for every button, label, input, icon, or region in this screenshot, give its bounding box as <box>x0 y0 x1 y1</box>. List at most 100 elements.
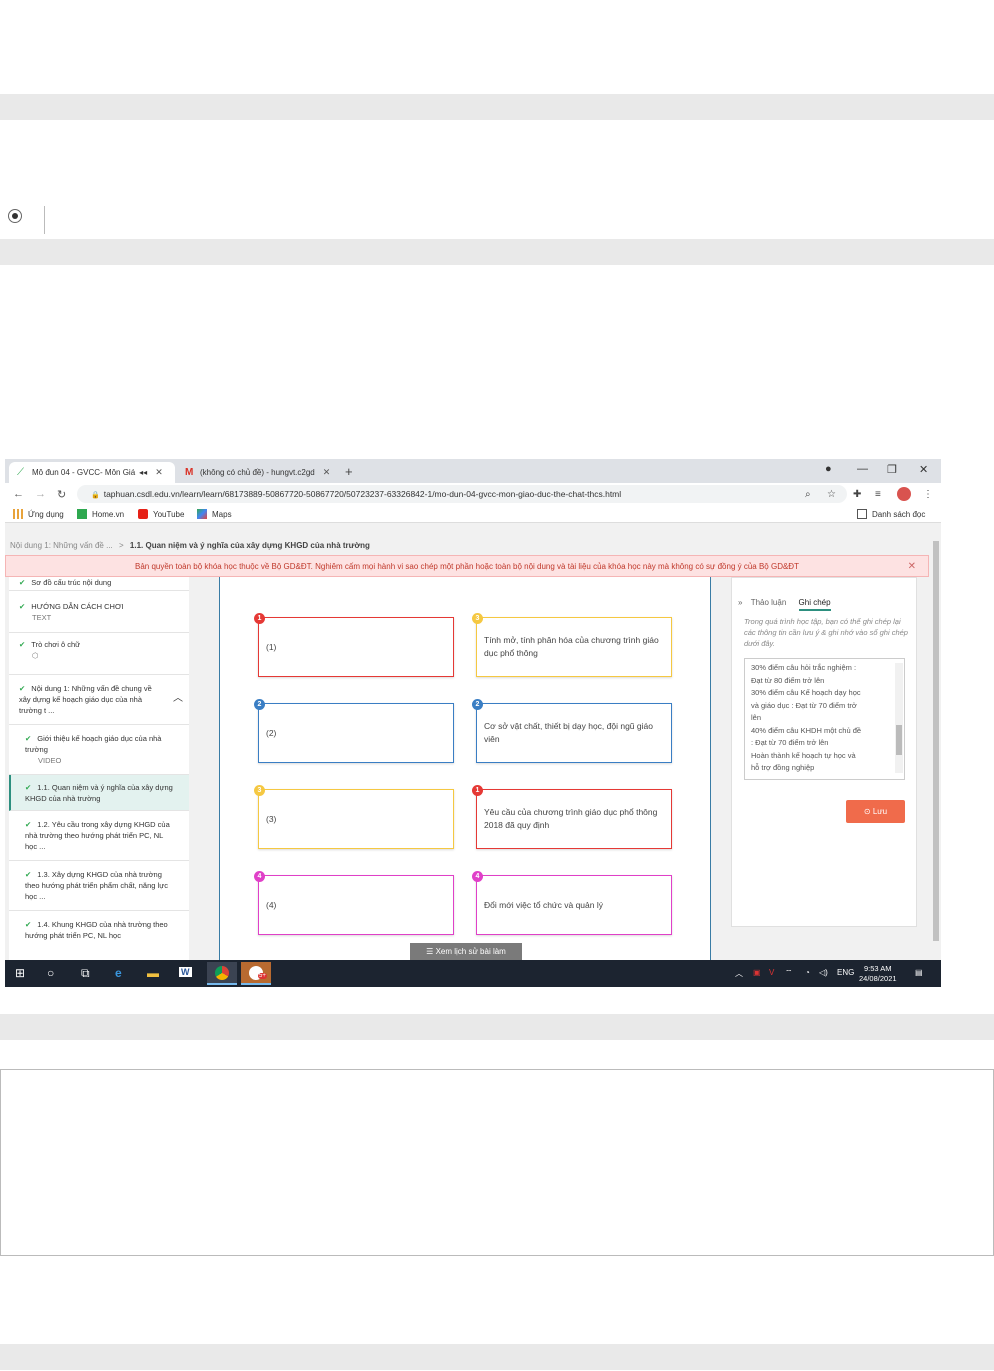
tab-discussion[interactable]: Thảo luận <box>751 598 787 607</box>
page-scrollbar[interactable] <box>931 531 941 959</box>
match-badge: 1 <box>254 613 265 624</box>
check-icon: ✔ <box>25 783 32 792</box>
section-band <box>0 239 994 265</box>
bookmark-homevn[interactable]: Home.vn <box>77 509 124 519</box>
reload-icon[interactable]: ↻ <box>57 488 66 501</box>
url-field[interactable]: taphuan.csdl.edu.vn/learn/learn/68173889… <box>77 485 847 503</box>
match-text: (3) <box>266 813 277 824</box>
course-page: Nội dung 1: Những vấn đề ... > 1.1. Quan… <box>5 523 941 963</box>
bookmark-label: Maps <box>212 509 232 519</box>
bookmark-apps[interactable]: Ứng dụng <box>13 509 64 519</box>
match-badge: 2 <box>472 699 483 710</box>
reading-list[interactable]: Danh sách đọc <box>857 509 925 519</box>
search-icon[interactable]: ○ <box>47 966 54 980</box>
view-history-button[interactable]: ☰ Xem lịch sử bài làm <box>410 943 522 960</box>
windows-taskbar: ⊞ ○ ⧉ e ▬ W 5+ ︿ ▣ V ⌔ ◔ ◁) ENG 9:53 AM … <box>5 960 941 987</box>
tray-chevron-icon[interactable]: ︿ <box>735 968 743 979</box>
back-icon[interactable]: ← <box>13 488 24 500</box>
sidebar-item-label: Giới thiệu kế hoạch giáo dục của nhà trư… <box>25 734 162 754</box>
radio-button[interactable] <box>8 209 22 223</box>
tray-network-icon[interactable]: ◔ <box>805 968 810 977</box>
input-language[interactable]: ENG <box>837 968 854 977</box>
menu-icon[interactable]: ⋮ <box>923 489 933 500</box>
minimize-icon[interactable]: — <box>857 463 868 475</box>
bookmark-label: Home.vn <box>92 509 125 519</box>
avatar[interactable] <box>897 487 911 501</box>
tab-title: Mô đun 04 - GVCC- Môn Giá <box>32 468 136 477</box>
match-box-left[interactable]: 4 (4) <box>254 871 454 935</box>
note-line: 30% điểm câu Kế hoạch dạy học <box>751 688 861 697</box>
notes-scrollbar[interactable] <box>895 663 903 773</box>
sidebar-item-type: TEXT <box>32 613 52 622</box>
browser-tab[interactable]: M (không có chủ đề) - hungvt.c2gd ✕ <box>177 462 339 483</box>
taskbar-app[interactable]: 5+ <box>241 962 271 985</box>
clock-time: 9:53 AM <box>864 964 892 973</box>
section-band <box>0 94 994 120</box>
action-center-icon[interactable]: ▤ <box>915 968 923 977</box>
task-view-icon[interactable]: ⧉ <box>81 966 90 981</box>
sidebar-item[interactable]: ✔ Giới thiệu kế hoạch giáo dục của nhà tr… <box>9 725 189 775</box>
save-button[interactable]: ⊙ Lưu <box>846 800 905 823</box>
new-tab-icon[interactable]: + <box>345 464 353 479</box>
tray-volume-icon[interactable]: ◁) <box>819 968 828 977</box>
bookmark-youtube[interactable]: YouTube <box>138 509 184 519</box>
bookmark-maps[interactable]: Maps <box>197 509 232 519</box>
match-box-right[interactable]: 2 Cơ sở vật chất, thiết bị dạy học, đội n… <box>472 699 672 763</box>
match-text: (2) <box>266 727 277 738</box>
match-box-left[interactable]: 2 (2) <box>254 699 454 763</box>
speaker-icon[interactable]: ◂◂ <box>139 468 147 477</box>
collapse-icon[interactable]: » <box>738 598 742 607</box>
maps-icon <box>197 509 207 519</box>
taskbar-chrome[interactable] <box>207 962 237 985</box>
answer-textbox[interactable] <box>0 1069 994 1256</box>
word-icon[interactable]: W <box>179 967 192 977</box>
restore-icon[interactable]: ❐ <box>887 463 897 476</box>
sidebar-item[interactable]: ✔ 1.3. Xây dựng KHGD của nhà trường theo … <box>9 861 189 911</box>
close-tab-icon[interactable]: ✕ <box>323 467 331 478</box>
windows-start-icon[interactable]: ⊞ <box>15 966 25 980</box>
match-box-left[interactable]: 1 (1) <box>254 613 454 677</box>
profile-download-icon[interactable]: ● <box>825 463 832 475</box>
star-icon[interactable]: ☆ <box>827 489 836 500</box>
sidebar-item[interactable]: ✔ Trò chơi ô chữ ⬡ <box>9 633 189 675</box>
apps-grid-icon <box>13 509 23 519</box>
tab-notes[interactable]: Ghi chép <box>798 598 831 611</box>
check-icon: ✔ <box>25 734 32 743</box>
edge-icon[interactable]: e <box>115 966 122 980</box>
sidebar-item-current[interactable]: ✔ 1.1. Quan niệm và ý nghĩa của xây dựng … <box>9 775 189 811</box>
attached-screenshot: ⟋ Mô đun 04 - GVCC- Môn Giá ◂◂ ✕ M (khôn… <box>5 459 941 987</box>
close-tab-icon[interactable]: ✕ <box>155 467 163 478</box>
sidebar-item[interactable]: ✔ Sơ đồ cấu trúc nội dung <box>9 577 189 591</box>
browser-tab-active[interactable]: ⟋ Mô đun 04 - GVCC- Môn Giá ◂◂ ✕ <box>9 462 175 483</box>
close-window-icon[interactable]: ✕ <box>919 463 928 476</box>
forward-icon[interactable]: → <box>35 488 46 500</box>
note-line: 30% điểm câu hỏi trắc nghiệm : <box>751 663 857 672</box>
media-icon[interactable]: ≡ <box>875 489 881 500</box>
match-box-right[interactable]: 3 Tính mở, tính phân hóa của chương trình… <box>472 613 672 677</box>
radio-option[interactable] <box>6 206 46 234</box>
match-text: Tính mở, tính phân hóa của chương trình … <box>484 635 659 658</box>
match-box-right[interactable]: 1 Yêu cầu của chương trình giáo dục phổ t… <box>472 785 672 849</box>
tray-antivirus-icon[interactable]: ▣ <box>753 968 761 977</box>
tray-wifi-icon[interactable]: ⌔ <box>785 968 793 978</box>
extensions-icon[interactable]: ✚ <box>853 489 861 500</box>
gmail-icon: M <box>185 466 194 478</box>
breadcrumb-parent[interactable]: Nội dung 1: Những vấn đề ... <box>10 541 113 550</box>
close-notice-icon[interactable]: ✕ <box>908 561 916 572</box>
check-icon: ✔ <box>25 870 32 879</box>
sidebar-item[interactable]: ✔ HƯỚNG DẪN CÁCH CHƠI TEXT <box>9 597 189 633</box>
chevron-up-icon[interactable]: ︿ <box>173 693 183 704</box>
match-box-right[interactable]: 4 Đổi mới việc tổ chức và quản lý <box>472 871 672 935</box>
sidebar-item-label: HƯỚNG DẪN CÁCH CHƠI <box>31 602 124 611</box>
sidebar-section[interactable]: ✔ Nội dung 1: Những vấn đề chung về xây d… <box>9 675 189 725</box>
file-explorer-icon[interactable]: ▬ <box>147 966 159 980</box>
system-clock[interactable]: 9:53 AM 24/08/2021 <box>859 964 897 984</box>
sidebar-item[interactable]: ✔ 1.2. Yêu cầu trong xây dựng KHGD của nh… <box>9 811 189 861</box>
match-box-left[interactable]: 3 (3) <box>254 785 454 849</box>
notes-textarea[interactable]: 30% điểm câu hỏi trắc nghiệm : Đạt từ 80… <box>744 658 905 780</box>
sidebar-item[interactable]: ✔ 1.4. Khung KHGD của nhà trường theo hướ… <box>9 911 189 963</box>
tray-v-icon[interactable]: V <box>769 968 774 977</box>
zoom-icon[interactable]: ⌕ <box>805 489 811 500</box>
clock-date: 24/08/2021 <box>859 974 897 983</box>
match-text: Cơ sở vật chất, thiết bị dạy học, đội ng… <box>484 721 653 744</box>
